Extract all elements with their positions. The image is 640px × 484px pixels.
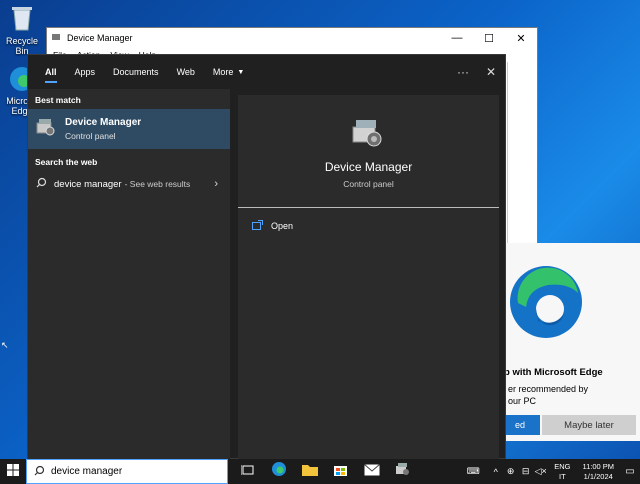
maybe-later-button[interactable]: Maybe later: [542, 415, 636, 435]
system-tray: ⌨ ^ ⊕ ⊟ ◁× ENG IT 11:00 PM 1/1/2024 ▭: [458, 462, 640, 482]
device-manager-titlebar[interactable]: Device Manager — ☐ ✕: [47, 28, 537, 48]
notification-center-icon[interactable]: ▭: [620, 466, 640, 477]
network-icon[interactable]: ⊟: [518, 466, 533, 477]
show-hidden-icons-chevron-up-icon[interactable]: ^: [488, 467, 503, 477]
preview-subtitle: Control panel: [343, 179, 394, 189]
recycle-bin-icon: [0, 4, 44, 34]
maximize-button[interactable]: ☐: [473, 32, 505, 45]
search-tabs: All Apps Documents Web More ▼ ··· ✕: [28, 55, 505, 89]
edge-promo-confirm-button[interactable]: ed: [500, 415, 540, 435]
web-query-text: device manager: [54, 178, 122, 190]
open-label: Open: [271, 221, 294, 231]
device-manager-taskbar-icon: [395, 462, 411, 481]
tab-more-label: More: [212, 67, 234, 77]
edge-taskbar-icon: [271, 461, 287, 482]
minimize-button[interactable]: —: [441, 32, 473, 45]
device-manager-icon: [35, 117, 57, 142]
open-icon: [252, 220, 263, 232]
chevron-down-icon: ▼: [237, 68, 245, 76]
taskbar-device-manager-button[interactable]: [387, 459, 418, 484]
taskbar-edge-button[interactable]: [263, 459, 294, 484]
start-button[interactable]: [0, 459, 26, 484]
best-match-title: Device Manager: [65, 117, 142, 128]
web-results-suffix: - See web results: [124, 179, 191, 189]
language-indicator[interactable]: ENG IT: [554, 462, 570, 482]
device-manager-large-icon: [350, 117, 386, 154]
start-search-panel: All Apps Documents Web More ▼ ··· ✕ Best …: [27, 54, 506, 460]
search-input[interactable]: [51, 466, 201, 477]
close-window-button[interactable]: ✕: [505, 32, 537, 45]
tab-web-label: Web: [176, 67, 195, 77]
open-action[interactable]: Open: [252, 220, 293, 232]
taskbar-search-box[interactable]: [26, 459, 228, 484]
edge-promo-title: b with Microsoft Edge: [504, 367, 603, 378]
tab-all[interactable]: All: [36, 55, 66, 89]
network-globe-icon[interactable]: ⊕: [503, 466, 518, 477]
recycle-bin-desktop-icon[interactable]: Recycle Bin: [0, 4, 44, 56]
tab-documents[interactable]: Documents: [104, 55, 168, 89]
edge-promo-window: b with Microsoft Edge er recommended by …: [500, 243, 640, 441]
edge-logo-icon: [508, 263, 584, 346]
search-web-heading: Search the web: [35, 157, 98, 167]
clock-date: 1/1/2024: [583, 471, 613, 481]
recycle-bin-label: Recycle Bin: [5, 36, 38, 56]
tab-more[interactable]: More ▼: [204, 55, 253, 89]
tab-web[interactable]: Web: [168, 55, 204, 89]
task-view-icon: [240, 463, 255, 481]
chevron-right-icon[interactable]: ›: [214, 178, 218, 190]
edge-promo-line-1: er recommended by: [508, 384, 589, 394]
edge-promo-line-2: our PC: [508, 396, 537, 406]
mail-icon: [363, 463, 380, 481]
taskbar: ⌨ ^ ⊕ ⊟ ◁× ENG IT 11:00 PM 1/1/2024 ▭: [0, 459, 640, 484]
taskbar-mail-button[interactable]: [356, 459, 387, 484]
best-match-heading: Best match: [35, 95, 81, 105]
store-icon: [333, 462, 348, 482]
results-list: Best match Device Manager Control panel …: [28, 89, 230, 460]
best-match-subtitle: Control panel: [65, 131, 116, 141]
tab-apps[interactable]: Apps: [66, 55, 105, 89]
clock[interactable]: 11:00 PM 1/1/2024: [582, 462, 614, 482]
tab-all-label: All: [45, 67, 57, 77]
taskbar-search-icon: [34, 465, 45, 479]
folder-icon: [301, 463, 318, 481]
keyboard-layout: IT: [558, 471, 566, 481]
mouse-cursor-icon: ↖: [1, 340, 9, 350]
preview-title: Device Manager: [324, 160, 413, 174]
best-match-result[interactable]: Device Manager Control panel: [28, 109, 230, 149]
device-manager-window-icon: [51, 32, 61, 44]
language-code: ENG: [554, 461, 571, 471]
task-view-button[interactable]: [232, 459, 263, 484]
keyboard-icon[interactable]: ⌨: [458, 466, 488, 477]
device-manager-body: [507, 62, 537, 248]
window-title: Device Manager: [67, 33, 133, 43]
more-options-button[interactable]: ···: [449, 65, 477, 79]
clock-time: 11:00 PM: [582, 461, 614, 471]
search-icon: [36, 177, 47, 191]
tab-apps-label: Apps: [74, 67, 96, 77]
tab-documents-label: Documents: [113, 67, 159, 77]
taskbar-file-explorer-button[interactable]: [294, 459, 325, 484]
taskbar-store-button[interactable]: [325, 459, 356, 484]
close-search-button[interactable]: ✕: [477, 65, 505, 79]
volume-muted-icon[interactable]: ◁×: [533, 466, 548, 477]
preview-divider: [238, 207, 499, 208]
web-search-result[interactable]: device manager - See web results ›: [28, 171, 230, 197]
windows-logo-icon: [7, 463, 19, 481]
result-preview: Device Manager Control panel Open: [238, 95, 499, 460]
